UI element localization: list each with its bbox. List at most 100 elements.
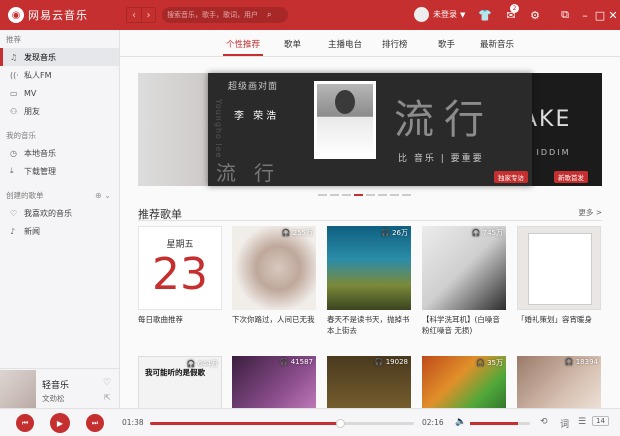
sidebar-item-mv[interactable]: ▭ MV (0, 84, 119, 102)
daily-recommend-card[interactable]: 星期五 23 每日歌曲推荐 (138, 226, 222, 336)
tab-new-music[interactable]: 最新音乐 (480, 38, 514, 50)
close-icon[interactable]: ✕ (606, 8, 620, 22)
forward-arrow-icon[interactable]: › (141, 8, 155, 22)
user-name[interactable]: 未登录 (433, 9, 457, 20)
maximize-icon[interactable]: □ (593, 8, 607, 22)
share-icon[interactable]: ⇱ (104, 393, 111, 402)
discover-tabs: 个性推荐 歌单 主播电台 排行榜 歌手 最新音乐 (120, 30, 620, 57)
playlist-cover[interactable]: 🎧 35万 (422, 356, 506, 408)
playlist-cover[interactable]: 🎧 255万 (232, 226, 316, 310)
sidebar-item-private-fm[interactable]: ((· 私人FM (0, 66, 119, 84)
banner-dot[interactable] (330, 194, 339, 196)
progress-handle[interactable] (336, 419, 346, 428)
tab-playlists[interactable]: 歌单 (284, 38, 301, 50)
playlist-card[interactable]: 🎧 35万 (422, 356, 506, 408)
banner-current-slide[interactable]: Youngho lee 超级画对面 李 荣浩 流行 流行 比 音乐 | 要重要 … (208, 73, 532, 186)
banner-subtitle: 比 音乐 | 要重要 (398, 154, 484, 164)
banner-artist-photo (314, 81, 376, 159)
playlist-cover[interactable]: 🎧 19028 (327, 356, 411, 408)
playlist-cover[interactable]: 我可能听的是假歌 🎧 644万 (138, 356, 222, 408)
sidebar-item-download-manager[interactable]: ⤓ 下载管理 (0, 162, 119, 180)
user-login[interactable]: 未登录 ▼ (414, 7, 465, 22)
play-count: 🎧 41587 (279, 358, 313, 366)
tab-artists[interactable]: 歌手 (438, 38, 455, 50)
search-box[interactable]: ⌕ (162, 7, 288, 23)
recommended-playlists-header: 推荐歌单 更多 > (138, 203, 602, 221)
search-input[interactable] (167, 11, 267, 19)
sidebar-item-friends[interactable]: ⚇ 朋友 (0, 102, 119, 120)
banner-dot[interactable] (354, 194, 363, 196)
next-track-icon[interactable]: ⏭ (86, 414, 104, 432)
playlist-card[interactable]: 🎧 745万 【科学洗耳机】(白噪音 粉红噪音 无损) (422, 226, 506, 336)
playlist-cover[interactable]: 🎧 26万 (327, 226, 411, 310)
skin-shirt-icon[interactable]: 👕 (478, 8, 492, 22)
video-icon: ▭ (10, 88, 18, 98)
playlist-cover[interactable] (517, 226, 601, 310)
like-heart-icon[interactable]: ♡ (103, 378, 111, 388)
app-logo[interactable]: ◉ 网易云音乐 (8, 7, 108, 23)
playlist-queue-icon[interactable]: ☰ (578, 417, 586, 427)
sidebar-item-label: 我喜欢的音乐 (24, 208, 72, 218)
title-bar: ◉ 网易云音乐 ‹ › ⌕ 未登录 ▼ 👕 ✉ 2 ⚙ ⧉ – □ ✕ (0, 0, 620, 30)
playlist-card[interactable]: 🎧 18394 (517, 356, 601, 408)
settings-gear-icon[interactable]: ⚙ (528, 8, 542, 22)
tab-charts[interactable]: 排行榜 (382, 38, 408, 50)
playlist-cover[interactable]: 🎧 745万 (422, 226, 506, 310)
banner-dot[interactable] (342, 194, 351, 196)
playlist-card[interactable]: 我可能听的是假歌 🎧 644万 (138, 356, 222, 408)
previous-track-icon[interactable]: ⏮ (16, 414, 34, 432)
volume-fill (470, 422, 518, 425)
card-title[interactable]: 每日歌曲推荐 (138, 314, 222, 336)
daily-day-number: 23 (152, 249, 208, 300)
playlist-card[interactable]: 「婚礼策划」容宵暖身 (517, 226, 601, 336)
banner-carousel[interactable]: AKE 曲 IDDIM 新歌首发 Youngho lee 超级画对面 李 荣浩 … (138, 73, 602, 186)
sidebar-item-news[interactable]: ♪ 新闻 (0, 222, 119, 240)
card-title[interactable]: 「婚礼策划」容宵暖身 (517, 314, 601, 336)
banner-dot[interactable] (402, 194, 411, 196)
tab-radio[interactable]: 主播电台 (328, 38, 362, 50)
banner-dot[interactable] (378, 194, 387, 196)
now-playing-artist[interactable]: 文劲松 (42, 393, 65, 404)
progress-bar[interactable] (150, 419, 414, 428)
total-time: 02:16 (422, 418, 444, 427)
playlist-card[interactable]: 🎧 41587 (232, 356, 316, 408)
now-playing-cover[interactable] (0, 370, 36, 408)
avatar[interactable] (414, 7, 429, 22)
card-title[interactable]: 下次你路过，人间已无我 (232, 314, 316, 336)
volume-slider[interactable] (470, 422, 530, 425)
playlist-card[interactable]: 🎧 19028 (327, 356, 411, 408)
sidebar-section-title: 我的音乐 (6, 131, 36, 140)
sidebar-item-label: MV (24, 88, 37, 98)
banner-dot[interactable] (318, 194, 327, 196)
chevron-down-icon[interactable]: ▼ (460, 11, 465, 19)
add-playlist-icon[interactable]: ⊕ ⌄ (95, 188, 111, 204)
card-title[interactable]: 春天不是读书天，抛掉书本上街去 (327, 314, 411, 336)
playlist-card[interactable]: 🎧 255万 下次你路过，人间已无我 (232, 226, 316, 336)
search-icon[interactable]: ⌕ (267, 10, 271, 20)
playlist-card[interactable]: 🎧 26万 春天不是读书天，抛掉书本上街去 (327, 226, 411, 336)
minimize-icon[interactable]: – (578, 8, 592, 22)
banner-dot[interactable] (390, 194, 399, 196)
loop-mode-icon[interactable]: ⟲ (540, 417, 548, 427)
more-link[interactable]: 更多 > (578, 207, 602, 218)
lyrics-icon[interactable]: 词 (560, 417, 569, 430)
tab-personal-recommend[interactable]: 个性推荐 (222, 38, 264, 56)
card-title[interactable]: 【科学洗耳机】(白噪音 粉红噪音 无损) (422, 314, 506, 336)
volume-icon[interactable]: 🔈 (455, 417, 466, 427)
local-music-icon: ◷ (10, 148, 17, 158)
sidebar-item-local-music[interactable]: ◷ 本地音乐 (0, 144, 119, 162)
play-count: 🎧 26万 (381, 229, 408, 237)
back-arrow-icon[interactable]: ‹ (127, 8, 141, 22)
playlist-cover[interactable]: 🎧 41587 (232, 356, 316, 408)
sidebar-item-liked-music[interactable]: ♡ 我喜欢的音乐 (0, 204, 119, 222)
play-count: 🎧 19028 (374, 358, 408, 366)
mini-mode-icon[interactable]: ⧉ (558, 8, 572, 22)
now-playing-panel[interactable]: 轻音乐 文劲松 ♡ ⇱ (0, 368, 120, 408)
banner-dot[interactable] (366, 194, 375, 196)
created-playlists-header[interactable]: 创建的歌单 ⊕ ⌄ (6, 188, 119, 204)
play-icon[interactable]: ▶ (50, 413, 70, 433)
queue-count[interactable]: 14 (592, 416, 609, 426)
playlist-cover[interactable]: 🎧 18394 (517, 356, 601, 408)
daily-calendar[interactable]: 星期五 23 (138, 226, 222, 310)
sidebar-item-discover-music[interactable]: ♫ 发现音乐 (0, 48, 119, 66)
